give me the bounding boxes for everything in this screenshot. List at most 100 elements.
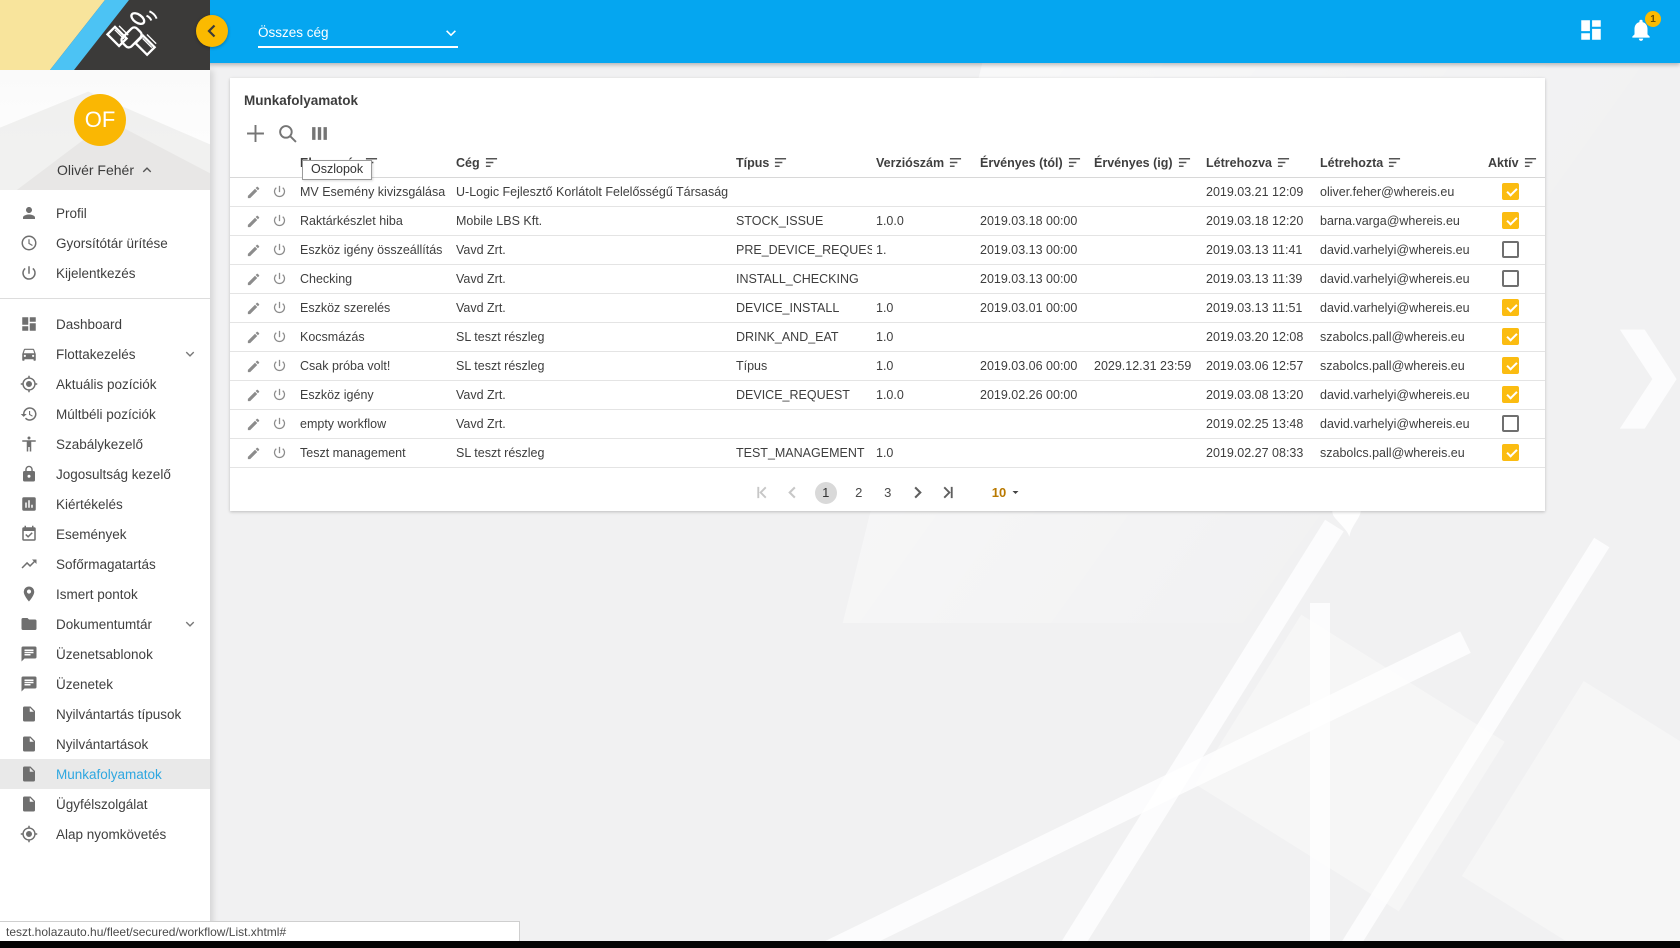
sidebar-item-dashboard[interactable]: Dashboard: [0, 309, 210, 339]
col-header-created-at[interactable]: Létrehozva: [1202, 151, 1316, 177]
cell-valid-to: [1090, 380, 1202, 409]
sidebar-item-messages[interactable]: Üzenetek: [0, 669, 210, 699]
power-icon[interactable]: [272, 329, 287, 344]
active-checkbox[interactable]: [1502, 270, 1519, 287]
page-number-current[interactable]: 1: [815, 482, 837, 504]
sort-icon[interactable]: [1178, 157, 1191, 168]
power-icon[interactable]: [272, 184, 287, 199]
sidebar-item-basic-tracking[interactable]: Alap nyomkövetés: [0, 819, 210, 849]
active-checkbox[interactable]: [1502, 299, 1519, 316]
company-filter-select[interactable]: Összes cég: [258, 24, 458, 48]
power-icon[interactable]: [272, 416, 287, 431]
power-icon[interactable]: [272, 358, 287, 373]
chevron-down-icon: [444, 26, 458, 40]
power-icon[interactable]: [272, 300, 287, 315]
active-checkbox[interactable]: [1502, 328, 1519, 345]
active-checkbox[interactable]: [1502, 357, 1519, 374]
last-page-button[interactable]: [940, 485, 955, 500]
sidebar-item-label: Ügyfélszolgálat: [56, 797, 196, 812]
sidebar-item-label: Dokumentumtár: [56, 617, 184, 632]
sidebar-item-logout[interactable]: Kijelentkezés: [0, 258, 210, 288]
sort-icon[interactable]: [1068, 157, 1081, 168]
edit-icon[interactable]: [246, 358, 261, 373]
active-checkbox[interactable]: [1502, 386, 1519, 403]
active-checkbox[interactable]: [1502, 212, 1519, 229]
sort-icon[interactable]: [485, 157, 498, 168]
sidebar-item-documents[interactable]: Dokumentumtár: [0, 609, 210, 639]
power-icon[interactable]: [272, 387, 287, 402]
edit-icon[interactable]: [246, 271, 261, 286]
sidebar-item-workflows[interactable]: Munkafolyamatok: [0, 759, 210, 789]
sidebar-item-customer-service[interactable]: Ügyfélszolgálat: [0, 789, 210, 819]
app-window: ♥ ❯ Összes cég 1 OF Olivér Fehér: [0, 0, 1680, 948]
edit-icon[interactable]: [246, 329, 261, 344]
user-menu-toggle[interactable]: Olivér Fehér: [0, 162, 210, 178]
cell-name: Csak próba volt!: [296, 351, 452, 380]
active-checkbox[interactable]: [1502, 183, 1519, 200]
dashboard-shortcut-icon[interactable]: [1578, 17, 1604, 43]
edit-icon[interactable]: [246, 300, 261, 315]
satellite-logo-icon: [103, 7, 161, 63]
page-number[interactable]: 3: [881, 485, 895, 500]
sidebar-item-rule-manager[interactable]: Szabálykezelő: [0, 429, 210, 459]
edit-icon[interactable]: [246, 184, 261, 199]
search-icon[interactable]: [278, 124, 297, 143]
sort-icon[interactable]: [1277, 157, 1290, 168]
sidebar-item-fleet[interactable]: Flottakezelés: [0, 339, 210, 369]
first-page-button[interactable]: [755, 485, 770, 500]
sidebar-item-current-positions[interactable]: Aktuális pozíciók: [0, 369, 210, 399]
sidebar-item-evaluation[interactable]: Kiértékelés: [0, 489, 210, 519]
add-workflow-button[interactable]: [246, 124, 265, 143]
col-header-version[interactable]: Verziószám: [872, 151, 976, 177]
sidebar-collapse-button[interactable]: [196, 15, 228, 47]
cell-valid-to: [1090, 206, 1202, 235]
columns-icon[interactable]: [310, 124, 329, 143]
power-icon[interactable]: [272, 242, 287, 257]
cell-valid-from: 2019.03.06 00:00: [976, 351, 1090, 380]
power-icon[interactable]: [272, 271, 287, 286]
col-header-valid-to[interactable]: Érvényes (ig): [1090, 151, 1202, 177]
col-header-created-by[interactable]: Létrehozta: [1316, 151, 1484, 177]
notifications-button[interactable]: 1: [1628, 17, 1654, 43]
col-header-valid-from[interactable]: Érvényes (tól): [976, 151, 1090, 177]
folder-icon: [20, 615, 38, 633]
sidebar-item-driver-behavior[interactable]: Sofőrmagatartás: [0, 549, 210, 579]
col-header-active[interactable]: Aktív: [1484, 151, 1545, 177]
active-checkbox[interactable]: [1502, 415, 1519, 432]
cell-created-at: 2019.03.13 11:39: [1202, 264, 1316, 293]
sidebar-item-registries[interactable]: Nyilvántartások: [0, 729, 210, 759]
page-number[interactable]: 2: [852, 485, 866, 500]
sort-icon[interactable]: [1388, 157, 1401, 168]
col-header-company[interactable]: Cég: [452, 151, 732, 177]
next-page-button[interactable]: [910, 485, 925, 500]
table-row: Teszt management SL teszt részleg TEST_M…: [230, 438, 1545, 467]
edit-icon[interactable]: [246, 387, 261, 402]
sidebar-item-cache-clear[interactable]: Gyorsítótár ürítése: [0, 228, 210, 258]
rows-per-page-select[interactable]: 10: [992, 485, 1020, 500]
sidebar-item-profil[interactable]: Profil: [0, 198, 210, 228]
edit-icon[interactable]: [246, 242, 261, 257]
prev-page-button[interactable]: [785, 485, 800, 500]
edit-icon[interactable]: [246, 213, 261, 228]
sort-icon[interactable]: [774, 157, 787, 168]
sort-icon[interactable]: [1524, 157, 1537, 168]
active-checkbox[interactable]: [1502, 241, 1519, 258]
sidebar-item-permissions[interactable]: Jogosultság kezelő: [0, 459, 210, 489]
cell-created-by: david.varhelyi@whereis.eu: [1316, 409, 1484, 438]
sidebar-item-label: Alap nyomkövetés: [56, 827, 196, 842]
power-icon[interactable]: [272, 213, 287, 228]
cell-type: INSTALL_CHECKING: [732, 264, 872, 293]
sidebar-item-message-templates[interactable]: Üzenetsablonok: [0, 639, 210, 669]
power-icon[interactable]: [272, 445, 287, 460]
sidebar-item-registry-types[interactable]: Nyilvántartás típusok: [0, 699, 210, 729]
edit-icon[interactable]: [246, 416, 261, 431]
sort-icon[interactable]: [949, 157, 962, 168]
cell-valid-to: [1090, 322, 1202, 351]
active-checkbox[interactable]: [1502, 444, 1519, 461]
col-header-type[interactable]: Típus: [732, 151, 872, 177]
sidebar-item-past-positions[interactable]: Múltbéli pozíciók: [0, 399, 210, 429]
sidebar-item-known-points[interactable]: Ismert pontok: [0, 579, 210, 609]
edit-icon[interactable]: [246, 445, 261, 460]
avatar[interactable]: OF: [74, 94, 126, 146]
sidebar-item-events[interactable]: Események: [0, 519, 210, 549]
